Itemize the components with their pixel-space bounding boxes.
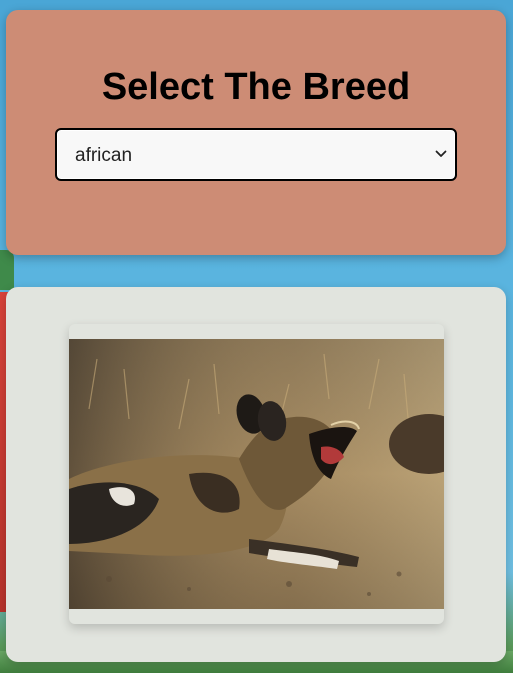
dog-photo [69, 339, 444, 609]
image-card [69, 324, 444, 624]
african-wild-dog-image [69, 339, 444, 609]
breed-select[interactable]: african [55, 128, 457, 181]
chevron-down-icon [435, 150, 447, 157]
page-title: Select The Breed [101, 66, 411, 108]
breed-selector-panel: Select The Breed african [6, 10, 506, 255]
breed-select-value: african [75, 145, 133, 166]
background-foliage [0, 250, 14, 290]
breed-image-panel [6, 287, 506, 662]
